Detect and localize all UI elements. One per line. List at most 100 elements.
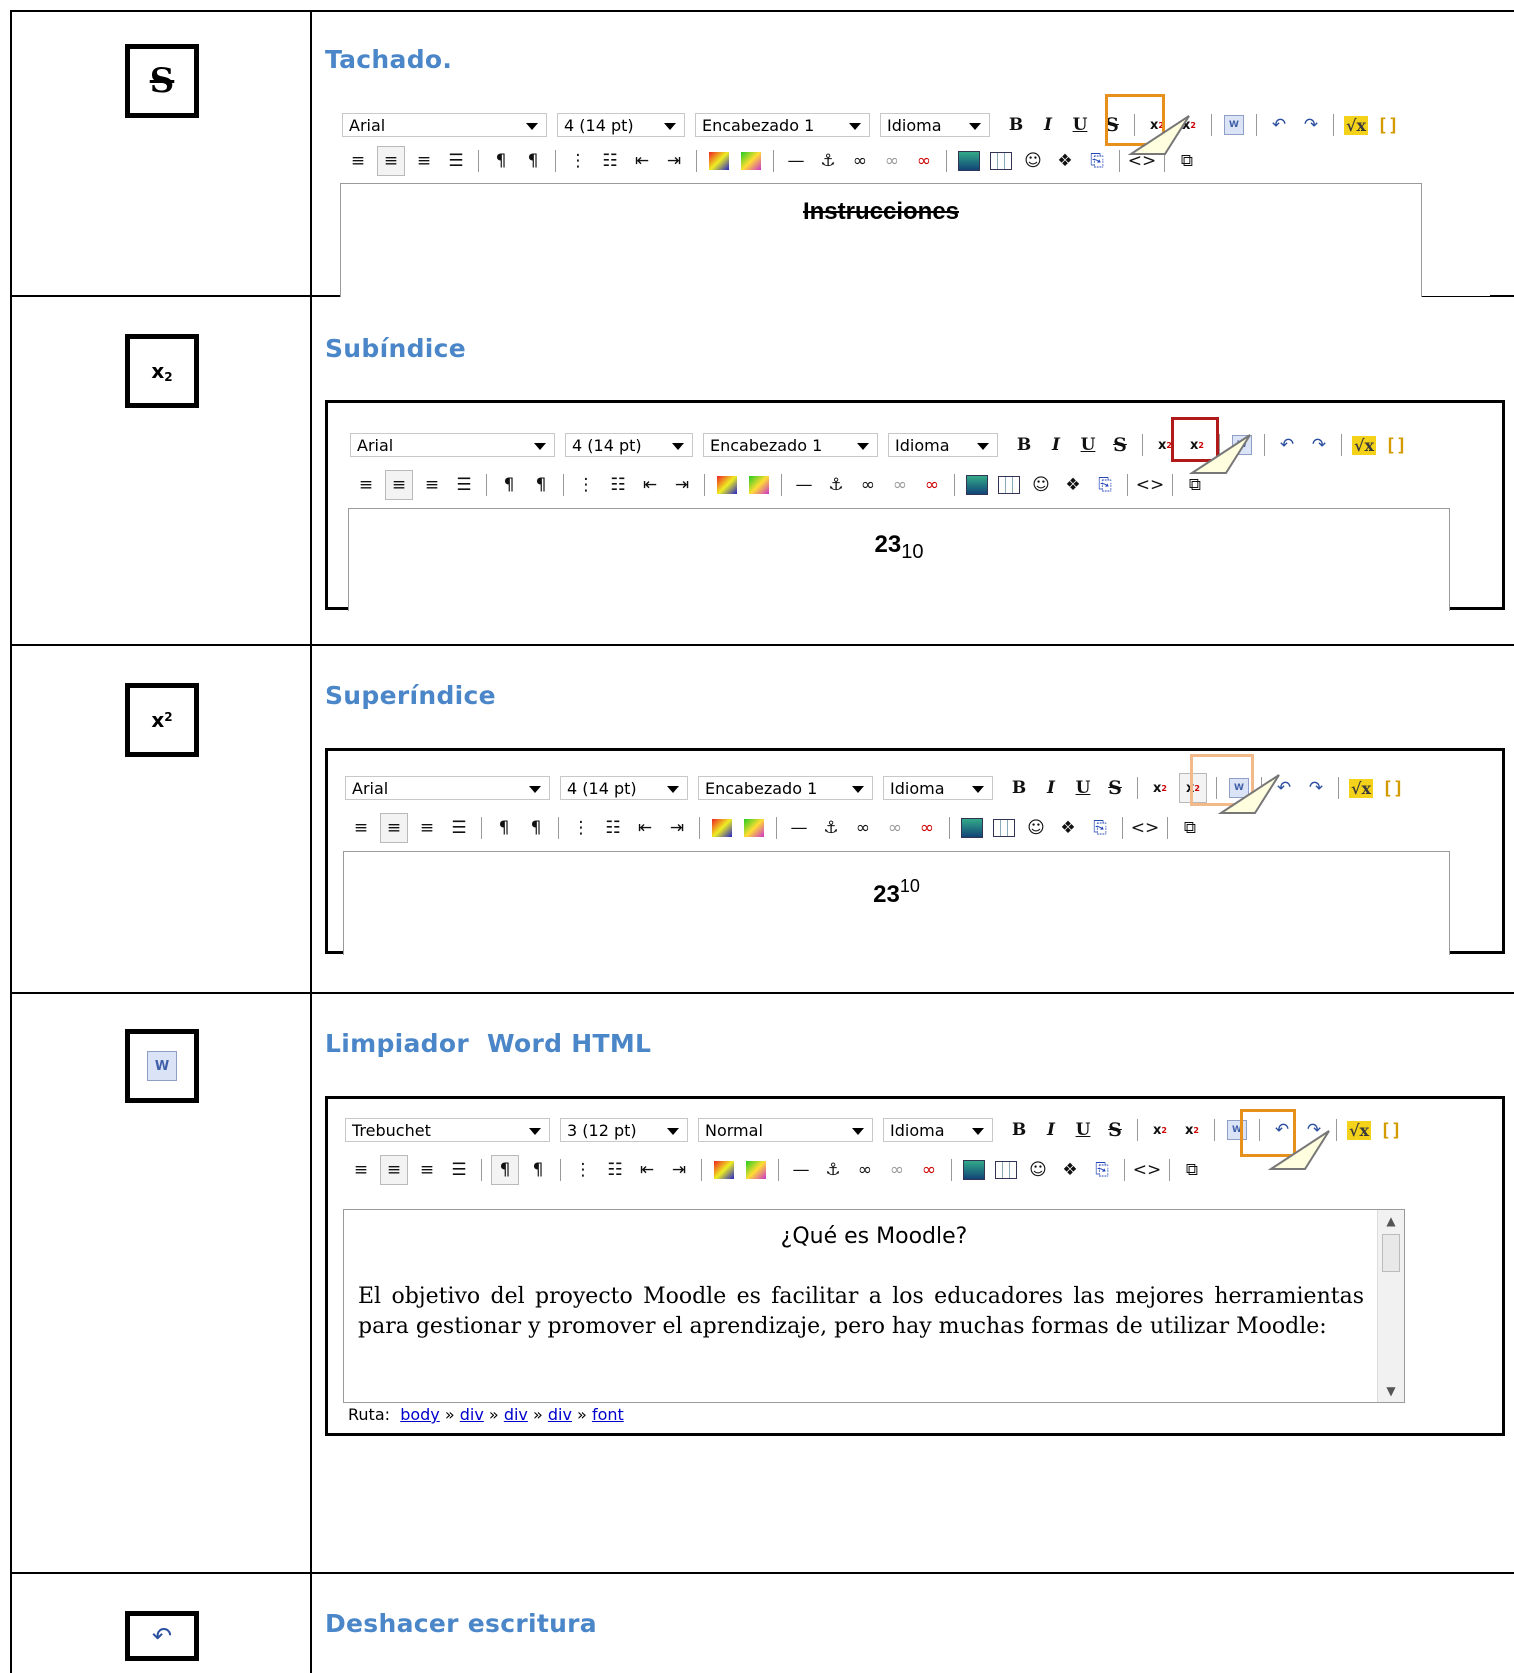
align-right-button[interactable]: ≡ [414, 1156, 440, 1184]
language-select[interactable]: Idioma [883, 1118, 993, 1142]
path-link[interactable]: div [504, 1405, 528, 1424]
align-center-button[interactable]: ≡ [380, 1155, 408, 1185]
anchor-button[interactable]: ⚓ [823, 471, 849, 499]
underline-button[interactable]: U [1067, 111, 1093, 139]
justify-button[interactable]: ☰ [443, 147, 469, 175]
redo-button[interactable]: ↷ [1303, 774, 1329, 802]
align-left-button[interactable]: ≡ [348, 814, 374, 842]
bg-color-button[interactable] [741, 814, 767, 842]
table-button[interactable] [996, 471, 1022, 499]
path-link[interactable]: font [592, 1405, 624, 1424]
ltr-button[interactable]: ¶ [496, 471, 522, 499]
outdent-button[interactable]: ⇤ [634, 1156, 660, 1184]
link-button[interactable]: ∞ [850, 814, 876, 842]
format-select[interactable]: Encabezado 1 [703, 433, 878, 457]
indent-button[interactable]: ⇥ [669, 471, 695, 499]
language-select[interactable]: Idioma [880, 113, 990, 137]
scroll-thumb[interactable] [1382, 1234, 1400, 1272]
bold-button[interactable]: B [1006, 774, 1032, 802]
strikethrough-button[interactable]: S [1102, 1116, 1128, 1144]
unordered-list-button[interactable]: ☷ [605, 471, 631, 499]
align-left-button[interactable]: ≡ [348, 1156, 374, 1184]
unordered-list-button[interactable]: ☷ [600, 814, 626, 842]
nolink-red-button[interactable]: ∞ [914, 814, 940, 842]
text-color-button[interactable] [714, 471, 740, 499]
image-button[interactable] [959, 814, 985, 842]
justify-button[interactable]: ☰ [446, 1156, 472, 1184]
paste-button[interactable]: ⎘ [1087, 814, 1113, 842]
path-link[interactable]: body [400, 1405, 440, 1424]
equation-button[interactable]: √x [1351, 431, 1377, 459]
paste-button[interactable]: ⎘ [1089, 1156, 1115, 1184]
bold-button[interactable]: B [1006, 1116, 1032, 1144]
size-select[interactable]: 4 (14 pt) [560, 776, 688, 800]
align-left-button[interactable]: ≡ [353, 471, 379, 499]
size-select[interactable]: 4 (14 pt) [557, 113, 685, 137]
hr-button[interactable]: — [788, 1156, 814, 1184]
language-select[interactable]: Idioma [888, 433, 998, 457]
editor-content[interactable]: 2310 [348, 508, 1450, 611]
nolink-button[interactable]: [] [1383, 431, 1409, 459]
image-button[interactable] [961, 1156, 987, 1184]
align-right-button[interactable]: ≡ [414, 814, 440, 842]
ltr-button[interactable]: ¶ [491, 1155, 519, 1185]
paste-button[interactable]: ⎘ [1092, 471, 1118, 499]
text-color-button[interactable] [706, 147, 732, 175]
paste-button[interactable]: ⎘ [1084, 147, 1110, 175]
table-button[interactable] [988, 147, 1014, 175]
outdent-button[interactable]: ⇤ [629, 147, 655, 175]
hr-button[interactable]: — [783, 147, 809, 175]
underline-button[interactable]: U [1070, 1116, 1096, 1144]
nolink-red-button[interactable]: ∞ [911, 147, 937, 175]
italic-button[interactable]: I [1038, 1116, 1064, 1144]
align-right-button[interactable]: ≡ [419, 471, 445, 499]
path-link[interactable]: div [548, 1405, 572, 1424]
strikethrough-button[interactable]: S [1102, 774, 1128, 802]
nolink-button[interactable]: [] [1380, 774, 1406, 802]
rtl-button[interactable]: ¶ [525, 1156, 551, 1184]
link-button[interactable]: ∞ [847, 147, 873, 175]
hr-button[interactable]: — [786, 814, 812, 842]
strikethrough-button[interactable]: S [1107, 431, 1133, 459]
equation-button[interactable]: √x [1343, 111, 1369, 139]
anchor-button[interactable]: ⚓ [815, 147, 841, 175]
unlink-button[interactable]: ∞ [879, 147, 905, 175]
rtl-button[interactable]: ¶ [523, 814, 549, 842]
align-center-button[interactable]: ≡ [377, 146, 405, 176]
size-select[interactable]: 3 (12 pt) [560, 1118, 688, 1142]
align-right-button[interactable]: ≡ [411, 147, 437, 175]
undo-button[interactable]: ↶ [1274, 431, 1300, 459]
rtl-button[interactable]: ¶ [520, 147, 546, 175]
text-color-button[interactable] [711, 1156, 737, 1184]
size-select[interactable]: 4 (14 pt) [565, 433, 693, 457]
unlink-button[interactable]: ∞ [884, 1156, 910, 1184]
bold-button[interactable]: B [1003, 111, 1029, 139]
font-select[interactable]: Trebuchet [345, 1118, 550, 1142]
italic-button[interactable]: I [1038, 774, 1064, 802]
editor-content[interactable]: Instrucciones [340, 183, 1422, 297]
subscript-button[interactable]: x2 [1147, 774, 1173, 802]
indent-button[interactable]: ⇥ [666, 1156, 692, 1184]
special-char-button[interactable]: ❖ [1057, 1156, 1083, 1184]
language-select[interactable]: Idioma [883, 776, 993, 800]
format-select[interactable]: Normal [698, 1118, 873, 1142]
table-button[interactable] [993, 1156, 1019, 1184]
bg-color-button[interactable] [746, 471, 772, 499]
nolink-button[interactable]: [] [1375, 111, 1401, 139]
html-source-button[interactable]: <> [1133, 1156, 1162, 1184]
nolink-button[interactable]: [] [1378, 1116, 1404, 1144]
scroll-down-icon[interactable]: ▼ [1378, 1384, 1404, 1398]
special-char-button[interactable]: ❖ [1055, 814, 1081, 842]
anchor-button[interactable]: ⚓ [820, 1156, 846, 1184]
editor-content[interactable]: 2310 [343, 851, 1450, 955]
justify-button[interactable]: ☰ [446, 814, 472, 842]
italic-button[interactable]: I [1043, 431, 1069, 459]
word-cleaner-button[interactable]: W [1221, 111, 1247, 139]
image-button[interactable] [956, 147, 982, 175]
smiley-button[interactable]: ☺ [1020, 147, 1046, 175]
nolink-red-button[interactable]: ∞ [919, 471, 945, 499]
ordered-list-button[interactable]: ⋮ [568, 814, 594, 842]
table-button[interactable] [991, 814, 1017, 842]
path-link[interactable]: div [460, 1405, 484, 1424]
redo-button[interactable]: ↷ [1298, 111, 1324, 139]
